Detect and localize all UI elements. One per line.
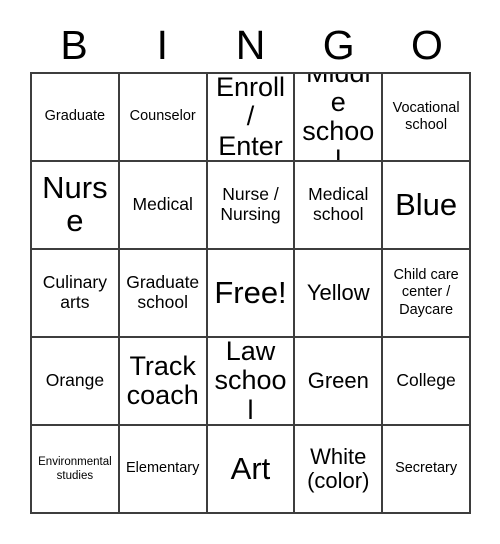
bingo-cell[interactable]: Track coach [119,338,208,426]
bingo-cell-label: Nurse / Nursing [220,184,281,224]
bingo-cell-label: Vocational school [392,99,460,133]
bingo-cell-label: Middle school [302,74,375,162]
bingo-cell-label: Free! [214,274,287,310]
bingo-cell[interactable]: Medical [119,162,208,250]
header-letter-i: I [156,21,168,68]
header-letter-n: N [235,21,266,68]
bingo-cell[interactable]: Law school [207,338,296,426]
bingo-cell[interactable]: White (color) [295,426,384,514]
bingo-cell-label: Yellow [306,279,370,305]
bingo-cell[interactable]: Environmental studies [32,426,120,514]
bingo-cell-label: Medical school [308,184,369,224]
bingo-cell[interactable]: Medical school [295,162,384,250]
bingo-cell-label: Law school [214,338,287,425]
bingo-cell-free[interactable]: Free! [207,250,296,338]
bingo-cell[interactable]: Orange [32,338,120,426]
bingo-cell[interactable]: Counselor [119,74,208,162]
bingo-cell-label: Graduate school [126,272,200,312]
header-letter-g: G [322,21,355,68]
bingo-card: B I N G O Graduate Counselor Enroll / En… [0,0,500,544]
bingo-cell[interactable]: Graduate school [119,250,208,338]
bingo-cell[interactable]: Middle school [295,74,384,162]
bingo-cell-label: Child care center / Daycare [393,267,459,318]
bingo-cell[interactable]: College [383,338,471,426]
bingo-cell-label: Track coach [126,350,199,410]
bingo-cell[interactable]: Blue [383,162,471,250]
bingo-cell-label: Art [230,450,271,486]
bingo-cell-label: White (color) [307,443,370,493]
bingo-cell-label: Blue [395,186,458,222]
bingo-cell-label: Counselor [129,108,196,125]
bingo-cell-label: Secretary [395,460,458,477]
bingo-cell-label: Graduate [44,108,106,125]
bingo-cell-label: Nurse [42,170,108,238]
bingo-cell[interactable]: Art [207,426,296,514]
bingo-cell[interactable]: Elementary [119,426,208,514]
bingo-cell-label: Elementary [126,460,200,477]
bingo-cell-label: Orange [45,370,105,391]
bingo-cell[interactable]: Green [295,338,384,426]
bingo-cell-label: Medical [132,194,193,215]
bingo-cell-label: Green [307,367,369,393]
bingo-header-row: B I N G O [30,18,471,72]
bingo-cell[interactable]: Nurse [32,162,120,250]
bingo-cell[interactable]: Secretary [383,426,471,514]
bingo-cell[interactable]: Graduate [32,74,120,162]
bingo-cell-label: Environmental studies [38,455,112,482]
bingo-cell-label: College [396,370,456,391]
bingo-cell[interactable]: Culinary arts [32,250,120,338]
bingo-cell[interactable]: Enroll / Enter [207,74,296,162]
bingo-cell[interactable]: Nurse / Nursing [207,162,296,250]
bingo-cell-label: Enroll / Enter [215,74,285,161]
bingo-grid: Graduate Counselor Enroll / Enter Middle… [30,72,471,514]
header-letter-o: O [410,21,443,68]
bingo-cell-label: Culinary arts [42,272,107,312]
bingo-cell[interactable]: Child care center / Daycare [383,250,471,338]
bingo-cell[interactable]: Vocational school [383,74,471,162]
header-letter-b: B [60,21,88,68]
bingo-cell[interactable]: Yellow [295,250,384,338]
